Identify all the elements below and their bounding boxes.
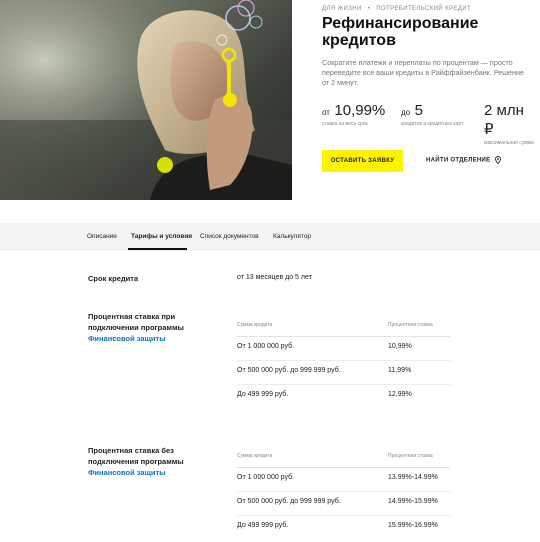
rate-without-protection-label: Процентная ставка без подключения програ… [88,445,208,478]
find-branch-button[interactable]: НАЙТИ ОТДЕЛЕНИЕ [426,156,502,164]
column-header-amount: Сумма кредита [237,322,273,328]
table-header: Сумма кредита Процентная ставка [237,319,450,337]
stat-rate-value: 10,99% [334,102,386,119]
table-row: От 1 000 000 руб. 10,99% [237,337,450,361]
breadcrumb-item-consumer-credit[interactable]: ПОТРЕБИТЕЛЬСКИЙ КРЕДИТ [376,6,471,12]
rate-with-protection-text: Процентная ставка при подключении програ… [88,312,184,332]
find-branch-label: НАЙТИ ОТДЕЛЕНИЕ [426,157,491,164]
tab-description[interactable]: Описание [87,233,117,240]
location-pin-icon [495,156,502,164]
rate-table-with-protection: Сумма кредита Процентная ставка От 1 000… [237,319,450,409]
column-header-rate: Процентная ставка [388,453,433,459]
apply-button[interactable]: ОСТАВИТЬ ЗАЯВКУ [322,150,403,172]
cell-amount: От 1 000 000 руб. [237,343,295,350]
active-tab-indicator [128,248,187,250]
tab-documents[interactable]: Список документов [200,233,259,240]
cell-rate: 13.99%-14.99% [388,474,438,481]
stat-credits-prefix: до [401,108,411,117]
column-header-rate: Процентная ставка [388,322,433,328]
term-label: Срок кредита [88,274,139,283]
stat-credits: до 5 кредитов в кредитных карт [401,102,463,127]
stat-max-sum-value: 2 млн ₽ [484,102,524,138]
hero-photo [0,0,292,200]
stat-max-sum-caption: максимальная сумма [484,140,534,146]
financial-protection-link[interactable]: Финансовой защиты [88,468,166,477]
hero-photo-illustration [0,0,292,200]
cell-rate: 15.99%-16.99% [388,522,438,529]
breadcrumb: ДЛЯ ЖИЗНИ • ПОТРЕБИТЕЛЬСКИЙ КРЕДИТ [322,6,471,12]
column-header-amount: Сумма кредита [237,453,273,459]
financial-protection-link[interactable]: Финансовой защиты [88,334,166,343]
cell-amount: От 500 000 руб. до 999 999 руб. [237,367,341,374]
table-row: До 499 999 руб. 15.99%-16.99% [237,516,450,540]
stat-rate: от 10,99% ставка на весь срок [322,102,385,127]
stat-credits-value: 5 [414,102,423,119]
cell-rate: 12,99% [388,391,412,398]
tab-tariffs[interactable]: Тарифы и условия [131,233,192,240]
tabs-bar: Описание Тарифы и условия Список докумен… [0,223,540,251]
cell-rate: 11,99% [388,367,412,374]
cell-amount: До 499 999 руб. [237,391,289,398]
breadcrumb-item-life[interactable]: ДЛЯ ЖИЗНИ [322,6,362,12]
stat-rate-prefix: от [322,108,330,117]
term-value: от 13 месяцев до 5 лет [237,274,312,281]
cell-rate: 10,99% [388,343,412,350]
rate-table-without-protection: Сумма кредита Процентная ставка От 1 000… [237,450,450,540]
breadcrumb-separator: • [367,6,371,12]
stat-credits-caption: кредитов в кредитных карт [401,121,464,127]
table-row: От 500 000 руб. до 999 999 руб. 14.99%-1… [237,492,450,516]
table-header: Сумма кредита Процентная ставка [237,450,450,468]
tab-calculator[interactable]: Калькулятор [273,233,311,240]
cell-amount: До 499 999 руб. [237,522,289,529]
rate-with-protection-label: Процентная ставка при подключении програ… [88,311,208,344]
cell-rate: 14.99%-15.99% [388,498,438,505]
table-row: От 1 000 000 руб. 13.99%-14.99% [237,468,450,492]
table-row: От 500 000 руб. до 999 999 руб. 11,99% [237,361,450,385]
page-title: Рефинансирование кредитов [322,15,479,49]
stat-max-sum: 2 млн ₽ максимальная сумма [484,102,534,146]
cell-amount: От 1 000 000 руб. [237,474,295,481]
cell-amount: От 500 000 руб. до 999 999 руб. [237,498,341,505]
rate-without-protection-text: Процентная ставка без подключения програ… [88,446,184,466]
table-row: До 499 999 руб. 12,99% [237,385,450,409]
page-description: Сократите платежи и переплаты по процент… [322,58,525,87]
hero-section: ДЛЯ ЖИЗНИ • ПОТРЕБИТЕЛЬСКИЙ КРЕДИТ Рефинан… [0,0,540,200]
stat-rate-caption: ставка на весь срок [322,121,368,127]
